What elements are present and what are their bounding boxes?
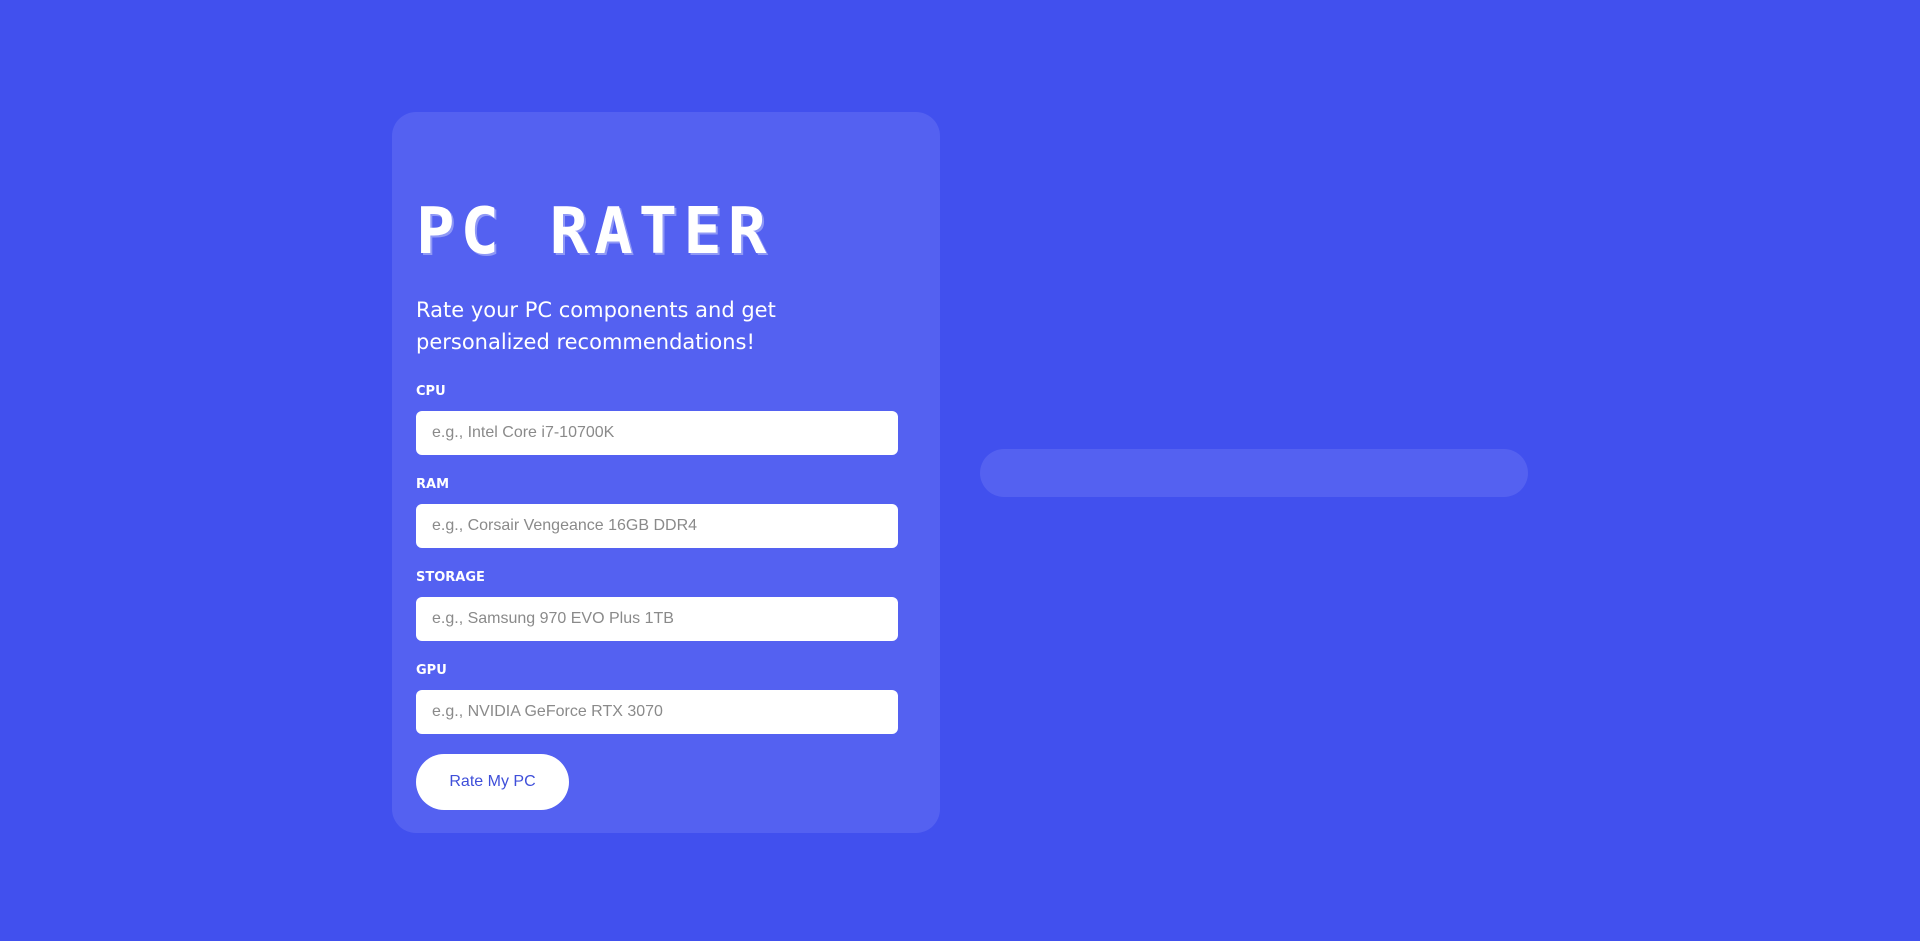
rater-card: PC RATER Rate your PC components and get… [392, 112, 940, 833]
storage-input[interactable] [416, 597, 898, 641]
ram-input[interactable] [416, 504, 898, 548]
gpu-input[interactable] [416, 690, 898, 734]
cpu-label: CPU [416, 384, 446, 399]
page: PC RATER Rate your PC components and get… [0, 0, 1920, 941]
gpu-label: GPU [416, 663, 447, 678]
page-title: PC RATER [416, 195, 773, 269]
page-subtitle: Rate your PC components and get personal… [416, 298, 776, 354]
result-placeholder [980, 449, 1528, 497]
storage-label: STORAGE [416, 570, 485, 585]
rate-my-pc-button[interactable]: Rate My PC [416, 754, 569, 810]
ram-label: RAM [416, 477, 450, 492]
cpu-input[interactable] [416, 411, 898, 455]
